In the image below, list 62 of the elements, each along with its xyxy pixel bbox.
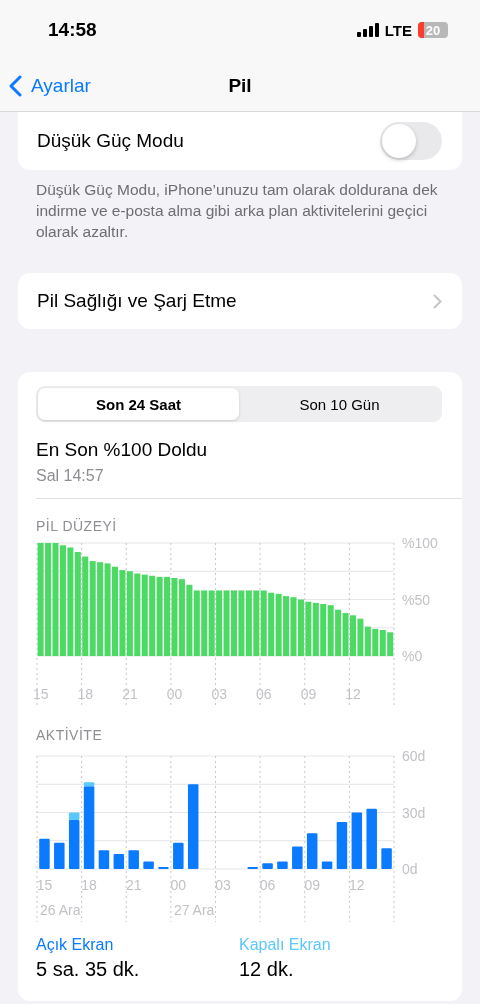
activity-bar [336, 821, 348, 869]
last-charge-time: Sal 14:57 [36, 467, 105, 485]
summary-label: Açık Ekran [36, 936, 115, 954]
axis-label: 00 [170, 877, 187, 893]
battery-icon: 20 [418, 22, 448, 38]
activity-bar [113, 853, 125, 869]
activity-bar [173, 842, 184, 869]
activity-bar [54, 842, 65, 869]
activity-bar [351, 812, 363, 869]
axis-label: 21 [125, 877, 142, 893]
axis-label: %50 [402, 591, 431, 608]
activity-bar [292, 846, 303, 869]
activity-bar [39, 838, 50, 869]
signal-icon [356, 23, 379, 37]
axis-label: 12 [345, 686, 361, 702]
segment-tab[interactable]: Son 24 Saat [38, 388, 239, 420]
axis-label: 15 [36, 877, 53, 893]
settings-row[interactable]: Pil Sağlığı ve Şarj Etme [18, 273, 462, 329]
axis-label: 30d [402, 804, 426, 821]
chevron-right-icon [433, 293, 442, 309]
segment-tab[interactable]: Son 10 Gün [239, 388, 440, 420]
activity-bar [306, 833, 318, 869]
axis-label: 18 [77, 686, 94, 702]
activity-bar [262, 863, 273, 869]
axis-label: 60d [402, 748, 426, 764]
network-type: LTE [384, 21, 412, 39]
last-charge-title: En Son %100 Doldu [36, 439, 209, 461]
chevron-left-icon [8, 74, 22, 97]
footnote: Düşük Güç Modu, iPhone’unuzu tam olarak doldurana dek indirme ve e-posta alma gibi arka plan aktivitelerini geçici olarak azaltır. [35, 180, 439, 242]
summary-label: Kapalı Ekran [239, 936, 332, 954]
chart-title: PİL DÜZEYİ [36, 518, 118, 534]
axis-label: 09 [304, 877, 320, 893]
activity-bar [277, 861, 288, 869]
setting-label: Düşük Güç Modu [37, 130, 184, 152]
date-label: 27 Ara [173, 902, 215, 918]
summary-value: 5 sa. 35 dk. [36, 958, 141, 981]
activity-bar [98, 850, 110, 869]
activity-bar [143, 861, 154, 869]
summary-value: 12 dk. [239, 958, 295, 981]
activity-bar [128, 850, 139, 869]
axis-label: %100 [402, 537, 438, 551]
clock: 14:58 [48, 19, 97, 41]
chart-title: AKTİVİTE [36, 727, 104, 743]
axis-label: 03 [215, 877, 231, 893]
page-title: Pil [228, 74, 252, 97]
activity-bar [381, 848, 392, 869]
back-button[interactable]: Ayarlar [0, 74, 91, 97]
activity-bar [321, 861, 333, 869]
toggle-switch[interactable] [380, 122, 442, 160]
axis-label: 09 [300, 686, 317, 702]
axis-label: 18 [81, 877, 97, 893]
axis-label: 15 [32, 686, 49, 702]
activity-bar [366, 808, 377, 869]
axis-label: 06 [256, 686, 272, 702]
axis-label: 12 [349, 877, 365, 893]
axis-label: 06 [259, 877, 276, 893]
axis-label: 00 [166, 686, 183, 702]
axis-label: %0 [402, 648, 423, 664]
date-label: 26 Ara [40, 902, 81, 918]
axis-label: 0d [402, 861, 418, 877]
axis-label: 03 [211, 686, 227, 702]
axis-label: 21 [122, 686, 138, 702]
